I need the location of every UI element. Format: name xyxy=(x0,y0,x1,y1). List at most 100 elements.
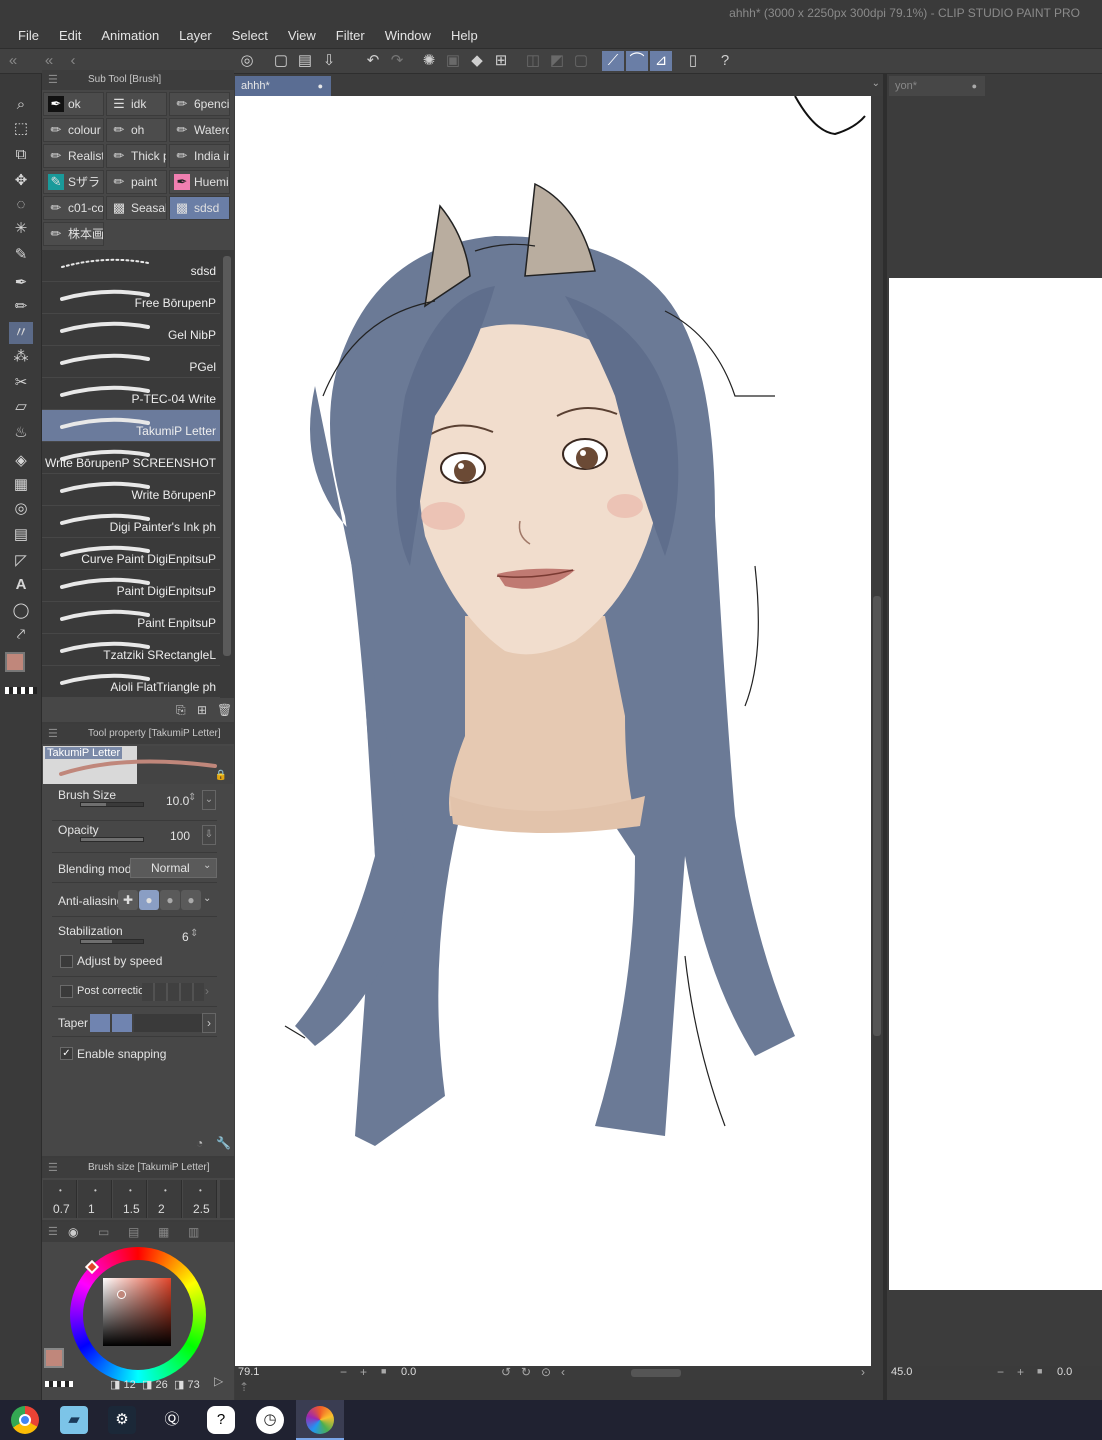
menu-filter[interactable]: Filter xyxy=(326,24,375,48)
clip-studio-icon[interactable] xyxy=(306,1406,334,1434)
figure-icon[interactable]: ◎ xyxy=(9,498,33,520)
brush-size-preset[interactable]: • 2.5 xyxy=(183,1180,217,1218)
brush-list-item[interactable]: P-TEC-04 Write xyxy=(42,378,220,410)
spin-icon[interactable]: ⇕ xyxy=(188,792,196,803)
color-wheel-tab-icon[interactable]: ◉ xyxy=(68,1225,78,1239)
saturation-value-square[interactable] xyxy=(103,1278,171,1346)
transparent-color-icon[interactable] xyxy=(45,1381,73,1387)
ruler-icon[interactable]: ◸ xyxy=(9,550,33,572)
menu-file[interactable]: File xyxy=(8,24,49,48)
move-icon[interactable]: ✥ xyxy=(9,170,33,192)
clock-icon[interactable]: ◷ xyxy=(256,1406,284,1434)
chevron-down-icon[interactable]: ⌄ xyxy=(203,860,211,871)
menu-help[interactable]: Help xyxy=(441,24,488,48)
rotate-left-icon[interactable]: ↺ xyxy=(501,1365,511,1379)
brush-list-item[interactable]: Paint EnpitsuP xyxy=(42,602,220,634)
brush-list-item[interactable]: sdsd xyxy=(42,250,220,282)
subtool-button[interactable]: ▩ sdsd xyxy=(169,196,230,220)
steam-icon[interactable]: ⚙ xyxy=(108,1406,136,1434)
scroll-left-icon[interactable]: ‹ xyxy=(561,1365,565,1379)
brush-list-item[interactable]: TakumiP Letter xyxy=(42,410,220,442)
taper-slider[interactable] xyxy=(90,1014,202,1032)
brush-list-item[interactable]: Gel NibP xyxy=(42,314,220,346)
expand-up-icon[interactable]: ⇡ xyxy=(239,1380,249,1394)
zoom-out-icon[interactable]: − xyxy=(340,1365,347,1379)
delete-subtool-icon[interactable]: 🗑 xyxy=(217,703,232,717)
zoom-icon[interactable]: ⌕ xyxy=(9,94,33,116)
panel-menu-icon[interactable]: ☰ xyxy=(48,70,58,90)
subtool-button[interactable]: ✏ c01-co xyxy=(43,196,104,220)
horizontal-scroll-thumb[interactable] xyxy=(631,1369,681,1377)
aa-none-icon[interactable]: ✚ xyxy=(118,890,138,910)
blend-icon[interactable]: ♨ xyxy=(9,422,33,444)
scroll-right-icon[interactable]: › xyxy=(861,1365,865,1379)
brush-list-item[interactable]: Paint DigiEnpitsuP xyxy=(42,570,220,602)
main-color-swatch[interactable] xyxy=(5,652,25,672)
decoration-icon[interactable]: ✂ xyxy=(9,372,33,394)
brush-list-item[interactable]: Curve Paint DigiEnpitsuP xyxy=(42,538,220,570)
snapping-checkbox[interactable]: ✓ xyxy=(60,1047,73,1060)
menu-select[interactable]: Select xyxy=(222,24,278,48)
secondary-canvas-tab[interactable]: yon* ● xyxy=(889,76,985,96)
brush-size-scrollbar[interactable] xyxy=(220,1180,234,1218)
loading-icon[interactable]: ✺ xyxy=(418,51,440,71)
panel-menu-icon[interactable]: ☰ xyxy=(48,724,58,744)
color-slider-tab-icon[interactable]: ▭ xyxy=(98,1225,109,1239)
rotate-right-icon[interactable]: ↻ xyxy=(521,1365,531,1379)
secondary-zoom-value[interactable]: 45.0 xyxy=(891,1366,912,1378)
brush-list-item[interactable]: Tzatziki SRectangleL xyxy=(42,634,220,666)
canvas-tab[interactable]: ahhh* ● xyxy=(235,76,331,96)
magic-wand-icon[interactable]: ✳ xyxy=(9,218,33,240)
correct-line-icon[interactable]: ⤤ xyxy=(9,624,33,646)
app2-icon[interactable]: ? xyxy=(207,1406,235,1434)
deselect-icon[interactable]: ◫ xyxy=(522,51,544,71)
wrench-icon[interactable]: 🔧 xyxy=(216,1136,231,1150)
selection-icon[interactable]: ▢ xyxy=(570,51,592,71)
collapse-left-icon[interactable]: « xyxy=(2,51,24,71)
stabilization-value[interactable]: 6 xyxy=(182,930,189,944)
opacity-slider[interactable] xyxy=(80,837,144,842)
main-color-swatch[interactable] xyxy=(44,1348,64,1368)
brush-list-item[interactable]: Aioli FlatTriangle ph xyxy=(42,666,220,698)
pen-icon[interactable]: ✒ xyxy=(9,272,33,294)
angle-slider-icon[interactable]: ■ xyxy=(1037,1366,1042,1376)
angle-slider-icon[interactable]: ■ xyxy=(381,1366,386,1376)
arrow-left-icon[interactable]: ‹ xyxy=(62,51,84,71)
balloon-icon[interactable]: ◯ xyxy=(9,600,33,622)
copy-subtool-icon[interactable]: ⎘ xyxy=(176,703,186,718)
zoom-in-icon[interactable]: + xyxy=(1017,1365,1024,1379)
collapse-icon[interactable]: « xyxy=(38,51,60,71)
brush-list-item[interactable]: Write BōrupenP SCREENSHOT xyxy=(42,442,220,474)
transform-icon[interactable]: ⊞ xyxy=(490,51,512,71)
subtool-button[interactable]: ✒ ok xyxy=(43,92,104,116)
aa-medium-icon[interactable]: ● xyxy=(160,890,180,910)
subtool-button[interactable]: ✏ Realist xyxy=(43,144,104,168)
secondary-angle-value[interactable]: 0.0 xyxy=(1057,1366,1072,1378)
save-icon[interactable]: ⇩ xyxy=(318,51,340,71)
canvas-angle-value[interactable]: 0.0 xyxy=(401,1366,416,1378)
opacity-value[interactable]: 100 xyxy=(170,829,190,843)
menu-layer[interactable]: Layer xyxy=(169,24,222,48)
lock-icon[interactable]: 🔒 xyxy=(215,770,227,781)
secondary-canvas[interactable] xyxy=(889,278,1102,1290)
reset-icon[interactable]: ◔ xyxy=(196,1136,203,1150)
redo-icon[interactable]: ↷ xyxy=(386,51,408,71)
notes-icon[interactable]: ▰ xyxy=(60,1406,88,1434)
panel-menu-icon[interactable]: ☰ xyxy=(48,1222,58,1242)
zoom-in-icon[interactable]: + xyxy=(360,1365,367,1379)
spin-icon[interactable]: ⇕ xyxy=(190,928,198,939)
gradient-icon[interactable]: ▦ xyxy=(9,474,33,496)
play-icon[interactable]: ▷ xyxy=(214,1374,223,1388)
subtool-button[interactable]: ▩Seasalt xyxy=(106,196,167,220)
aa-weak-icon[interactable]: ● xyxy=(139,890,159,910)
chevron-right-icon[interactable]: › xyxy=(202,1013,216,1033)
brush-list-item[interactable]: Digi Painter's Ink ph xyxy=(42,506,220,538)
brush-list-item[interactable]: Free BōrupenP xyxy=(42,282,220,314)
color-set-tab-icon[interactable]: ▤ xyxy=(128,1225,139,1239)
subtool-button[interactable]: ☰ idk xyxy=(106,92,167,116)
menu-animation[interactable]: Animation xyxy=(91,24,169,48)
frame-icon[interactable]: ▤ xyxy=(9,524,33,546)
subtool-button[interactable]: ✎ Sザラ xyxy=(43,170,104,194)
tablet-icon[interactable]: ▯ xyxy=(682,51,704,71)
fill-tool-icon[interactable]: ◈ xyxy=(9,450,33,472)
